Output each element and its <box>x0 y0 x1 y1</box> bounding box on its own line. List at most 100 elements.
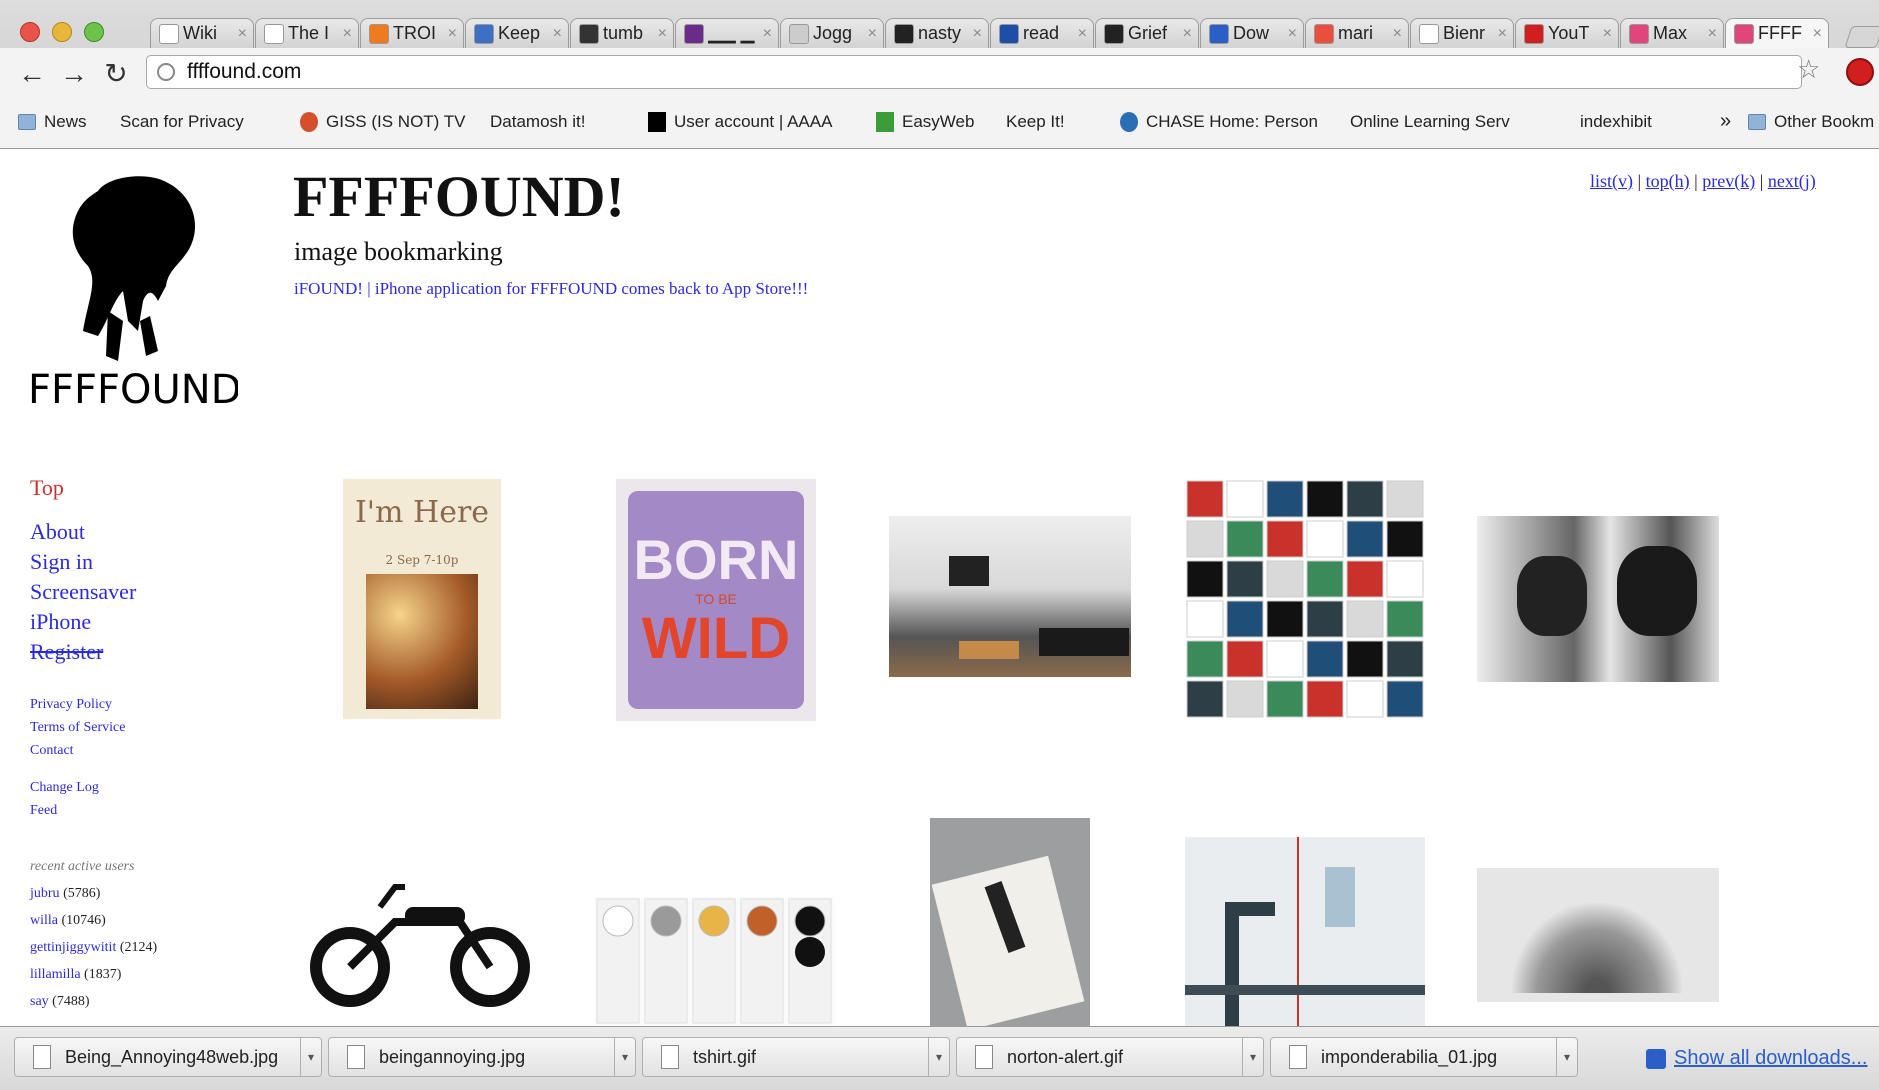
tab-close-icon[interactable]: × <box>448 25 457 43</box>
promo-link[interactable]: iFOUND! | iPhone application for FFFFOUN… <box>294 279 808 299</box>
top-link[interactable]: top(h) <box>1646 171 1690 191</box>
browser-tab[interactable]: Keep × <box>465 18 569 48</box>
bookmark-item[interactable]: User account | AAAA <box>648 112 832 132</box>
user-name[interactable]: jubru <box>30 886 60 901</box>
other-bookmarks[interactable]: Other Bookm <box>1748 112 1874 132</box>
browser-tab[interactable]: FFFF × <box>1725 18 1829 48</box>
prev-link[interactable]: prev(k) <box>1702 171 1755 191</box>
minimize-window-button[interactable] <box>52 22 72 42</box>
browser-tab[interactable]: Bienr × <box>1410 18 1514 48</box>
tab-close-icon[interactable]: × <box>868 25 877 43</box>
thumbnail-interior[interactable] <box>889 516 1131 677</box>
download-item[interactable]: beingannoying.jpg ▾ <box>328 1037 636 1077</box>
download-item[interactable]: Being_Annoying48web.jpg ▾ <box>14 1037 322 1077</box>
sidebar-screensaver-link[interactable]: Screensaver <box>30 579 136 605</box>
recent-user[interactable]: jubru (5786) <box>30 886 100 902</box>
sidebar-about-link[interactable]: About <box>30 519 85 545</box>
zoom-window-button[interactable] <box>84 22 104 42</box>
bookmark-item[interactable]: Datamosh it! <box>490 112 585 281</box>
user-name[interactable]: willa <box>30 913 58 928</box>
tab-close-icon[interactable]: × <box>1603 25 1612 43</box>
recent-user[interactable]: gettinjiggywitit (2124) <box>30 940 157 956</box>
tab-close-icon[interactable]: × <box>763 25 772 43</box>
next-link[interactable]: next(j) <box>1768 171 1816 191</box>
browser-tab[interactable]: TROI × <box>360 18 464 48</box>
recent-user[interactable]: lillamilla (1837) <box>30 967 121 983</box>
download-menu-icon[interactable]: ▾ <box>300 1037 321 1077</box>
tab-close-icon[interactable]: × <box>553 25 562 43</box>
browser-tab[interactable]: Grief × <box>1095 18 1199 48</box>
download-item[interactable]: imponderabilia_01.jpg ▾ <box>1270 1037 1578 1077</box>
user-name[interactable]: say <box>30 994 49 1009</box>
close-window-button[interactable] <box>20 22 40 42</box>
ffffound-logo[interactable]: FFFFOUND! <box>28 171 238 421</box>
changelog-link[interactable]: Change Log <box>30 780 99 796</box>
bookmark-item[interactable]: Keep It! <box>1006 112 1065 281</box>
bookmark-item[interactable]: EasyWeb <box>876 112 974 132</box>
browser-tab[interactable]: Wiki × <box>150 18 254 48</box>
thumbnail-poster[interactable]: I'm Here 2 Sep 7-10p <box>343 479 501 719</box>
show-all-downloads-link[interactable]: Show all downloads... <box>1646 1047 1867 1070</box>
bookmark-item[interactable]: Scan for Privacy <box>120 112 244 281</box>
tab-close-icon[interactable]: × <box>1078 25 1087 43</box>
tab-close-icon[interactable]: × <box>973 25 982 43</box>
thumbnail-dogs[interactable] <box>1477 516 1719 682</box>
thumbnail-tote-bag[interactable] <box>930 818 1090 1026</box>
recent-user[interactable]: say (7488) <box>30 994 90 1010</box>
browser-tab[interactable]: Jogg × <box>780 18 884 48</box>
tab-close-icon[interactable]: × <box>1813 25 1822 43</box>
tab-close-icon[interactable]: × <box>1183 25 1192 43</box>
show-all-downloads-label[interactable]: Show all downloads... <box>1674 1047 1867 1070</box>
url-text[interactable]: ffffound.com <box>187 60 301 84</box>
forward-arrow-icon[interactable]: → <box>58 58 90 90</box>
thumbnail-born-to-be-wild[interactable]: BORN TO BE WILD <box>616 479 816 721</box>
privacy-policy-link[interactable]: Privacy Policy <box>30 697 112 713</box>
browser-tab[interactable]: tumb × <box>570 18 674 48</box>
reload-icon[interactable]: ↻ <box>100 58 132 90</box>
download-menu-icon[interactable]: ▾ <box>1242 1037 1263 1077</box>
bookmark-item[interactable]: CHASE Home: Person <box>1120 112 1318 132</box>
bookmark-item[interactable]: indexhibit <box>1580 112 1652 281</box>
browser-tab[interactable]: The I × <box>255 18 359 48</box>
tab-close-icon[interactable]: × <box>343 25 352 43</box>
bookmark-item[interactable]: Online Learning Serv <box>1350 112 1510 281</box>
download-menu-icon[interactable]: ▾ <box>1556 1037 1577 1077</box>
bookmarks-overflow-button[interactable]: » <box>1720 110 1731 133</box>
tab-close-icon[interactable]: × <box>1498 25 1507 43</box>
tab-close-icon[interactable]: × <box>658 25 667 43</box>
download-menu-icon[interactable]: ▾ <box>614 1037 635 1077</box>
browser-tab[interactable]: read × <box>990 18 1094 48</box>
bookmark-item[interactable]: News <box>18 112 87 132</box>
tab-close-icon[interactable]: × <box>1393 25 1402 43</box>
browser-tab[interactable]: YouT × <box>1515 18 1619 48</box>
list-link[interactable]: list(v) <box>1590 171 1633 191</box>
tab-close-icon[interactable]: × <box>1708 25 1717 43</box>
back-arrow-icon[interactable]: ← <box>16 58 48 90</box>
sidebar-iphone-link[interactable]: iPhone <box>30 609 91 635</box>
thumbnail-motorcycle[interactable] <box>300 867 542 1007</box>
download-item[interactable]: norton-alert.gif ▾ <box>956 1037 1264 1077</box>
bookmark-star-icon[interactable]: ☆ <box>1797 54 1820 85</box>
browser-tab[interactable]: ▁▁ ▁ × <box>675 18 779 48</box>
thumbnail-paint-samples[interactable] <box>595 897 835 1025</box>
thumbnail-sculpture[interactable] <box>1477 868 1719 1002</box>
tab-close-icon[interactable]: × <box>1288 25 1297 43</box>
user-name[interactable]: gettinjiggywitit <box>30 940 116 955</box>
terms-link[interactable]: Terms of Service <box>30 720 125 736</box>
thumbnail-logo-grid[interactable] <box>1185 479 1425 719</box>
browser-tab[interactable]: Max × <box>1620 18 1724 48</box>
feed-link[interactable]: Feed <box>30 803 57 819</box>
sidebar-signin-link[interactable]: Sign in <box>30 549 93 575</box>
browser-tab[interactable]: mari × <box>1305 18 1409 48</box>
download-item[interactable]: tshirt.gif ▾ <box>642 1037 950 1077</box>
browser-tab[interactable]: Dow × <box>1200 18 1304 48</box>
browser-tab[interactable]: nasty × <box>885 18 989 48</box>
bookmark-item[interactable]: GISS (IS NOT) TV <box>300 112 465 132</box>
contact-link[interactable]: Contact <box>30 743 74 759</box>
user-name[interactable]: lillamilla <box>30 967 81 982</box>
extension-icon[interactable] <box>1846 58 1874 86</box>
address-bar[interactable]: ffffound.com <box>146 55 1802 89</box>
sidebar-register-link[interactable]: Register <box>30 639 103 665</box>
sidebar-top-link[interactable]: Top <box>30 475 64 501</box>
recent-user[interactable]: willa (10746) <box>30 913 106 929</box>
